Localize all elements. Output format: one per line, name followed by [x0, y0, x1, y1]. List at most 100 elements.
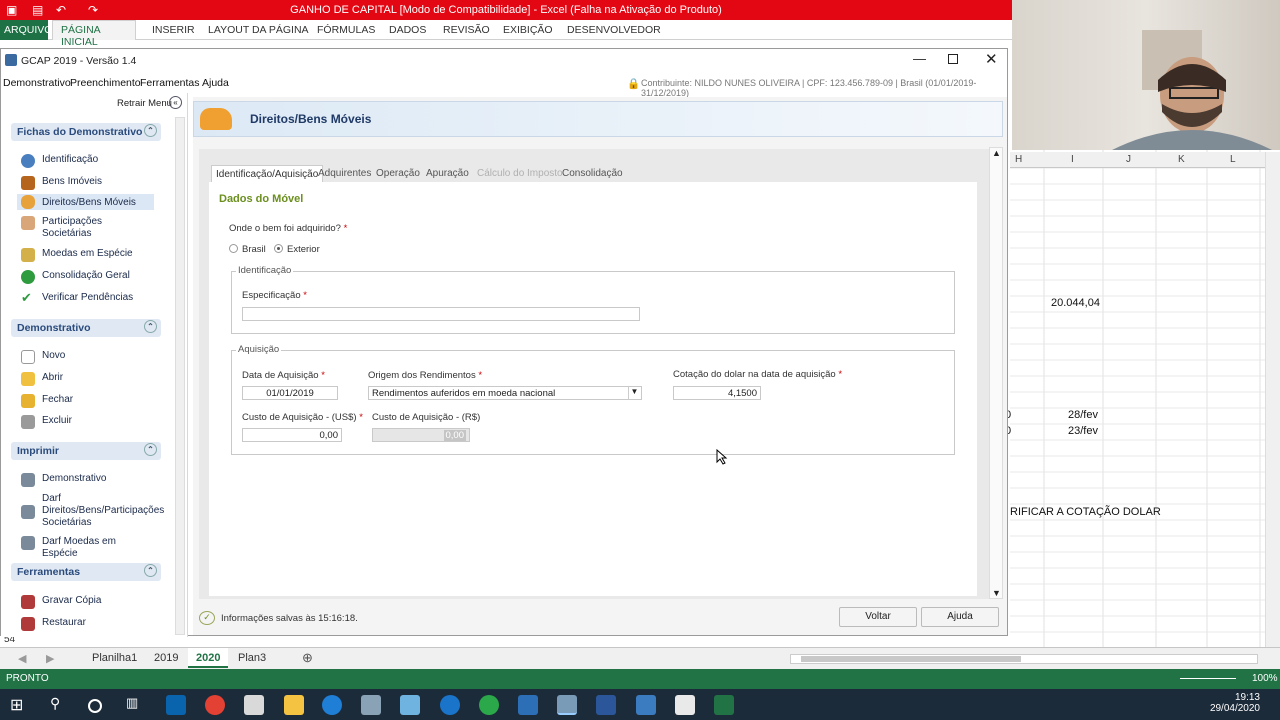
sidebar-item-direitos-bens-moveis-active[interactable]: Direitos/Bens Móveis: [17, 194, 154, 210]
radio-exterior-label[interactable]: Exterior: [287, 244, 320, 255]
gcap-icon[interactable]: [557, 695, 577, 715]
close-icon[interactable]: ✕: [985, 50, 998, 68]
sidebar-item-fechar[interactable]: Fechar: [17, 394, 154, 408]
scroll-down-icon[interactable]: ▼: [992, 588, 1001, 598]
ie-icon[interactable]: [322, 695, 342, 715]
ribbon-tab-inserir[interactable]: INSERIR: [152, 24, 195, 36]
radio-exterior-selected[interactable]: [274, 244, 283, 253]
minimize-icon[interactable]: —: [913, 51, 926, 66]
tab-calculo-imposto[interactable]: Cálculo do Imposto: [473, 165, 567, 183]
ribbon-tab-arquivo[interactable]: ARQUIVO: [0, 20, 52, 40]
sidebar-item-identificacao[interactable]: Identificação: [17, 154, 154, 168]
sidebar-item-gravar-copia[interactable]: Gravar Cópia: [17, 595, 154, 609]
retract-menu-button[interactable]: Retrair Menu: [117, 98, 172, 109]
sidebar-item-novo[interactable]: Novo: [17, 350, 154, 364]
sidebar-item-darf-moedas[interactable]: Darf Moedas em Espécie: [17, 536, 154, 560]
section-fichas-header[interactable]: Fichas do Demonstrativo ⌃: [11, 123, 161, 141]
tab-adquirentes[interactable]: Adquirentes: [314, 165, 375, 183]
cortana-icon[interactable]: [88, 699, 102, 713]
collapse-icon[interactable]: ⌃: [144, 320, 157, 333]
collapse-icon[interactable]: ⌃: [144, 124, 157, 137]
menu-preenchimento[interactable]: Preenchimento: [70, 77, 141, 89]
cell-date[interactable]: 28/fev: [1068, 409, 1098, 421]
prev-sheet-icon[interactable]: ◀: [18, 652, 26, 665]
ribbon-tab-formulas[interactable]: FÓRMULAS: [317, 24, 375, 36]
col-header-l[interactable]: L: [1230, 154, 1236, 165]
sidebar-item-verificar[interactable]: ✔ Verificar Pendências: [17, 291, 154, 304]
search-icon[interactable]: ⚲: [50, 695, 70, 715]
especificacao-input[interactable]: [242, 307, 640, 321]
sheet-tab-plan3[interactable]: Plan3: [238, 652, 266, 664]
cell-note[interactable]: RIFICAR A COTAÇÃO DOLAR: [1010, 506, 1161, 518]
menu-ferramentas[interactable]: Ferramentas: [140, 77, 200, 89]
maximize-icon[interactable]: [948, 54, 958, 64]
task-view-icon[interactable]: ▥: [126, 695, 146, 715]
ribbon-tab-layout[interactable]: LAYOUT DA PÁGINA: [208, 24, 309, 36]
collapse-icon[interactable]: ⌃: [144, 443, 157, 456]
sidebar-scrollbar[interactable]: [175, 117, 185, 635]
radio-brasil[interactable]: [229, 244, 238, 253]
col-header-j[interactable]: J: [1126, 154, 1131, 165]
sidebar-item-participacoes[interactable]: Participações Societárias: [17, 216, 117, 240]
media-icon[interactable]: [244, 695, 264, 715]
menu-demonstrativo[interactable]: Demonstrativo: [3, 77, 71, 89]
ajuda-button[interactable]: Ajuda: [921, 607, 999, 627]
word-icon[interactable]: [596, 695, 616, 715]
retract-menu-icon[interactable]: «: [169, 96, 182, 109]
sidebar-item-restaurar[interactable]: Restaurar: [17, 617, 154, 631]
ribbon-tab-dados[interactable]: DADOS: [389, 24, 426, 36]
spreadsheet-grid[interactable]: [1010, 150, 1280, 650]
sheet-vertical-scrollbar[interactable]: [1265, 152, 1280, 647]
col-header-h[interactable]: H: [1015, 154, 1022, 165]
add-sheet-icon[interactable]: ⊕: [302, 650, 313, 666]
voltar-button[interactable]: Voltar: [839, 607, 917, 627]
collapse-icon[interactable]: ⌃: [144, 564, 157, 577]
ribbon-tab-exibicao[interactable]: EXIBIÇÃO: [503, 24, 553, 36]
chrome-icon[interactable]: [479, 695, 499, 715]
tab-operacao[interactable]: Operação: [372, 165, 424, 183]
app-icon[interactable]: [675, 695, 695, 715]
ribbon-tab-pagina-inicial[interactable]: PÁGINA INICIAL: [52, 20, 136, 48]
chrome-icon[interactable]: [205, 695, 225, 715]
col-header-k[interactable]: K: [1178, 154, 1185, 165]
sidebar-item-consolidacao[interactable]: Consolidação Geral: [17, 270, 154, 284]
windows-start-icon[interactable]: ⊞: [10, 695, 30, 715]
ribbon-tab-revisao[interactable]: REVISÃO: [443, 24, 490, 36]
zoom-level[interactable]: 100%: [1252, 673, 1278, 684]
next-sheet-icon[interactable]: ▶: [46, 652, 54, 665]
data-aquisicao-input[interactable]: 01/01/2019: [242, 386, 338, 400]
tab-identificacao-aquisicao[interactable]: Identificação/Aquisição: [211, 165, 324, 183]
sidebar-item-moedas[interactable]: Moedas em Espécie: [17, 248, 154, 262]
tab-consolidacao[interactable]: Consolidação: [558, 165, 627, 183]
chevron-down-icon[interactable]: ▼: [628, 387, 640, 399]
scroll-up-icon[interactable]: ▲: [992, 148, 1001, 158]
sheet-tab-planilha1[interactable]: Planilha1: [92, 652, 137, 664]
edge-icon[interactable]: [440, 695, 460, 715]
zoom-slider[interactable]: [1180, 678, 1236, 679]
app-icon[interactable]: [400, 695, 420, 715]
outlook-icon[interactable]: [166, 695, 186, 715]
sidebar-item-bens-imoveis[interactable]: Bens Imóveis: [17, 176, 154, 190]
ribbon-tab-desenvolvedor[interactable]: DESENVOLVEDOR: [567, 24, 661, 36]
sheet-tab-2020-active[interactable]: 2020: [188, 648, 229, 668]
cotacao-input[interactable]: 4,1500: [673, 386, 761, 400]
custo-usd-input[interactable]: 0,00: [242, 428, 342, 442]
origem-select[interactable]: Rendimentos auferidos em moeda nacional ▼: [368, 386, 642, 400]
tab-apuracao[interactable]: Apuração: [422, 165, 473, 183]
section-imprimir-header[interactable]: Imprimir ⌃: [11, 442, 161, 460]
content-scrollbar[interactable]: ▲ ▼: [989, 147, 1003, 599]
cell-value[interactable]: 20.044,04: [1051, 297, 1100, 309]
app-icon[interactable]: [636, 695, 656, 715]
sidebar-item-darf-direitos[interactable]: Darf Direitos/Bens/Participações Societá…: [17, 493, 164, 529]
section-ferramentas-header[interactable]: Ferramentas ⌃: [11, 563, 161, 581]
section-demonstrativo-header[interactable]: Demonstrativo ⌃: [11, 319, 161, 337]
cell-date[interactable]: 23/fev: [1068, 425, 1098, 437]
sidebar-item-imprimir-demonstrativo[interactable]: Demonstrativo: [17, 473, 154, 487]
sidebar-item-abrir[interactable]: Abrir: [17, 372, 154, 386]
col-header-i[interactable]: I: [1071, 154, 1074, 165]
excel-icon[interactable]: [714, 695, 734, 715]
file-explorer-icon[interactable]: [284, 695, 304, 715]
sheet-horizontal-scrollbar[interactable]: [790, 654, 1258, 664]
radio-brasil-label[interactable]: Brasil: [242, 244, 266, 255]
app-icon[interactable]: [518, 695, 538, 715]
